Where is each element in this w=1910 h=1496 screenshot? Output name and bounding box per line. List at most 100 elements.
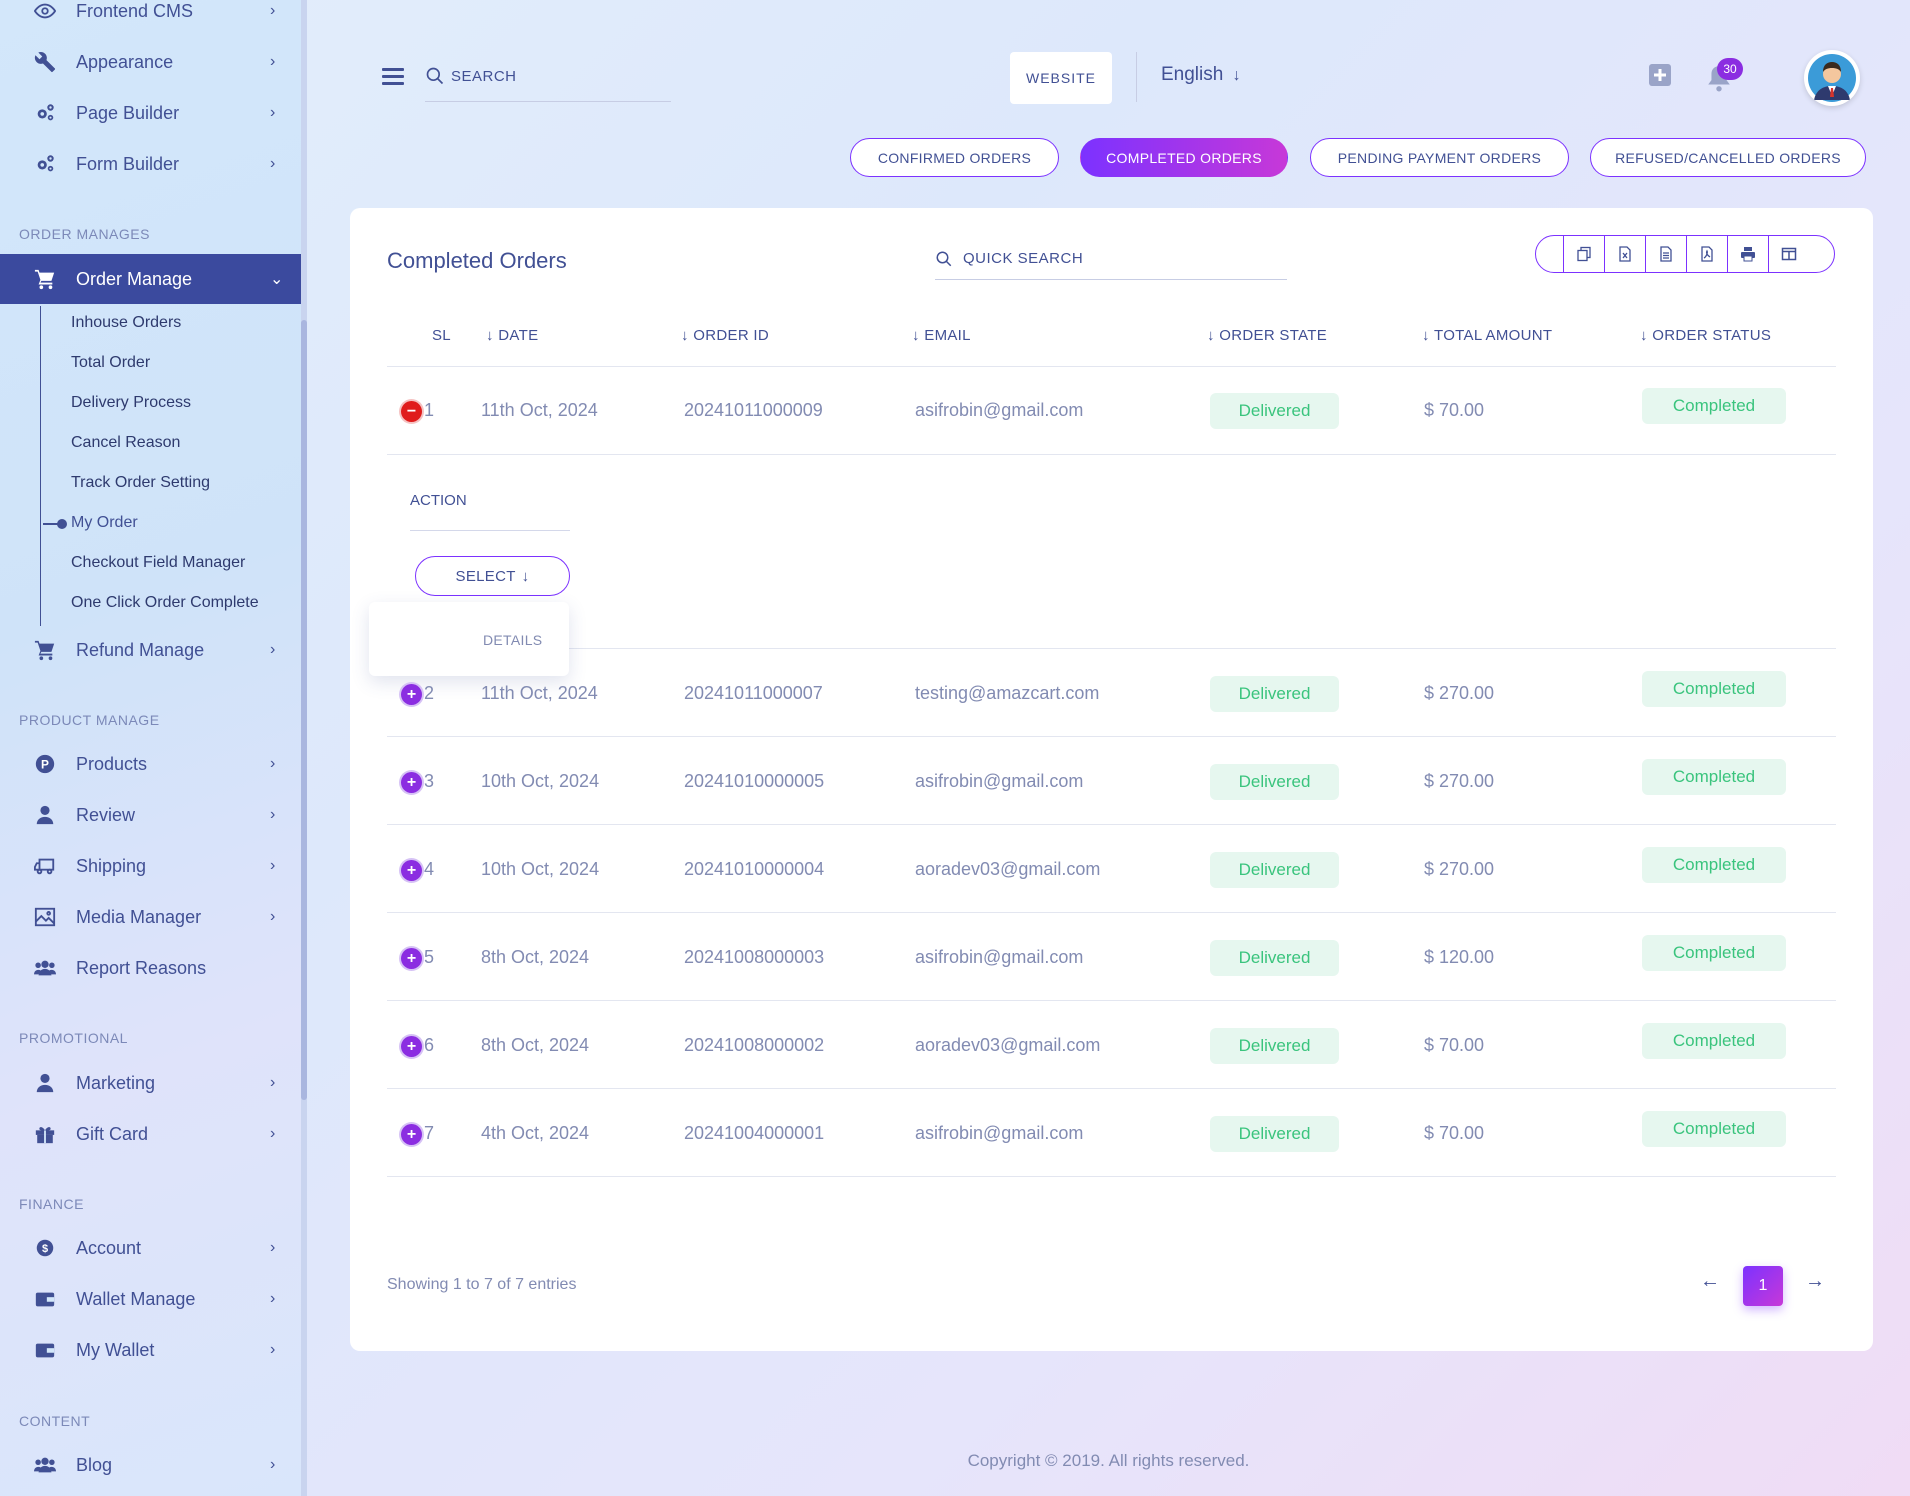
search-icon (426, 67, 444, 85)
columns-button[interactable] (1768, 236, 1809, 272)
excel-button[interactable] (1604, 236, 1645, 272)
users-icon (33, 956, 57, 980)
column-header-label: ORDER STATUS (1652, 327, 1772, 344)
order-state-badge: Delivered (1210, 940, 1339, 976)
language-select[interactable]: English ↓ (1161, 64, 1241, 86)
sidebar-item-wallet-manage[interactable]: Wallet Manage › (0, 1274, 301, 1324)
column-header-email[interactable]: ↓ EMAIL (912, 327, 971, 344)
expand-row-icon[interactable]: + (401, 948, 422, 969)
sidebar-item-media-manager[interactable]: Media Manager › (0, 892, 301, 942)
sidebar-item-page-builder[interactable]: Page Builder › (0, 88, 301, 138)
search-input[interactable] (451, 68, 661, 85)
sidebar-item-review[interactable]: Review › (0, 790, 301, 840)
prev-page-arrow-icon[interactable]: ← (1700, 1270, 1720, 1293)
sidebar-item-label: Report Reasons (76, 957, 207, 978)
add-plus-icon[interactable] (1648, 63, 1672, 87)
page-number-current[interactable]: 1 (1743, 1266, 1783, 1306)
menu-toggle-button[interactable] (382, 68, 404, 86)
website-button[interactable]: WEBSITE (1010, 52, 1112, 104)
cell-sl: 6 (424, 1035, 435, 1055)
copy-button[interactable] (1563, 236, 1604, 272)
order-state-badge: Delivered (1210, 852, 1339, 888)
cart-icon (33, 267, 57, 291)
csv-button[interactable] (1645, 236, 1686, 272)
svg-text:$: $ (42, 1243, 48, 1255)
sidebar-item-refund-manage[interactable]: Refund Manage › (0, 625, 301, 675)
cell-sl: 1 (424, 400, 435, 420)
user-icon (33, 803, 57, 827)
sidebar-item-report-reasons[interactable]: Report Reasons (0, 943, 301, 993)
gift-icon (33, 1122, 57, 1146)
tab-completed-orders[interactable]: COMPLETED ORDERS (1080, 138, 1288, 177)
tab-refused-cancelled-orders[interactable]: REFUSED/CANCELLED ORDERS (1590, 138, 1866, 177)
expand-row-icon[interactable]: + (401, 684, 422, 705)
next-page-arrow-icon[interactable]: → (1805, 1270, 1825, 1293)
sidebar-item-my-wallet[interactable]: My Wallet › (0, 1325, 301, 1375)
expand-row-icon[interactable]: + (401, 1124, 422, 1145)
export-button-group (1535, 235, 1835, 273)
cogs-icon (33, 152, 57, 176)
table-divider (387, 648, 1836, 649)
expand-row-icon[interactable]: + (401, 772, 422, 793)
sidebar-item-frontend-cms[interactable]: Frontend CMS › (0, 0, 301, 36)
sidebar-subitem-delivery-process[interactable]: Delivery Process (71, 394, 191, 412)
print-button[interactable] (1727, 236, 1768, 272)
chevron-down-icon: ⌄ (270, 271, 284, 288)
table-divider (387, 1176, 1836, 1177)
sidebar-item-products[interactable]: P Products › (0, 739, 301, 789)
dropdown-item-details[interactable]: DETAILS (483, 632, 542, 648)
sort-arrow-icon: ↓ (1207, 327, 1220, 344)
cell-order-id: 20241008000002 (684, 1035, 825, 1055)
sidebar-subitem-total-order[interactable]: Total Order (71, 354, 150, 372)
arrow-down-icon: ↓ (521, 567, 530, 585)
order-status-badge: Completed (1642, 847, 1786, 883)
pdf-button[interactable] (1686, 236, 1727, 272)
section-title-finance: FINANCE (19, 1196, 84, 1212)
cell-amount: $ 70.00 (1424, 1123, 1485, 1143)
sidebar-scrollbar-thumb[interactable] (301, 320, 307, 1100)
expand-row-icon[interactable]: + (401, 860, 422, 881)
sidebar-item-gift-card[interactable]: Gift Card › (0, 1109, 301, 1159)
table-divider (387, 824, 1836, 825)
column-header-sl[interactable]: SL (432, 327, 451, 344)
avatar[interactable] (1804, 50, 1860, 106)
sidebar-subitem-checkout-field-manager[interactable]: Checkout Field Manager (71, 554, 245, 572)
tab-confirmed-orders[interactable]: CONFIRMED ORDERS (850, 138, 1059, 177)
columns-icon (1781, 247, 1797, 261)
tab-pending-payment-orders[interactable]: PENDING PAYMENT ORDERS (1310, 138, 1569, 177)
sidebar-subitem-one-click-order-complete[interactable]: One Click Order Complete (71, 594, 259, 612)
sidebar-item-order-manage[interactable]: Order Manage ⌄ (0, 254, 301, 304)
sidebar-item-marketing[interactable]: Marketing › (0, 1058, 301, 1108)
order-state-badge: Delivered (1210, 1028, 1339, 1064)
top-search (425, 60, 671, 102)
cell-amount: $ 270.00 (1424, 683, 1495, 703)
column-header-order-id[interactable]: ↓ ORDER ID (681, 327, 769, 344)
chevron-right-icon: › (270, 806, 276, 823)
quick-search (935, 238, 1287, 280)
sidebar-item-account[interactable]: $ Account › (0, 1223, 301, 1273)
quick-search-input[interactable] (963, 250, 1263, 267)
expand-row-icon[interactable]: + (401, 1036, 422, 1057)
sidebar-subitem-inhouse-orders[interactable]: Inhouse Orders (71, 314, 181, 332)
sort-arrow-icon: ↓ (681, 327, 694, 344)
cell-date: 4th Oct, 2024 (481, 1123, 590, 1143)
sidebar-subitem-my-order[interactable]: My Order (71, 514, 138, 532)
sidebar-item-form-builder[interactable]: Form Builder › (0, 139, 301, 189)
cell-email: asifrobin@gmail.com (915, 771, 1084, 791)
column-header-order-state[interactable]: ↓ ORDER STATE (1207, 327, 1327, 344)
chevron-right-icon: › (270, 857, 276, 874)
user-icon (33, 1071, 57, 1095)
action-select-button[interactable]: SELECT ↓ (415, 556, 570, 596)
column-header-date[interactable]: ↓ DATE (486, 327, 538, 344)
sidebar-subitem-cancel-reason[interactable]: Cancel Reason (71, 434, 180, 452)
sidebar-item-appearance[interactable]: Appearance › (0, 37, 301, 87)
sidebar-subitem-track-order-setting[interactable]: Track Order Setting (71, 474, 210, 492)
cell-order-id: 20241010000005 (684, 771, 825, 791)
column-header-total-amount[interactable]: ↓ TOTAL AMOUNT (1422, 327, 1552, 344)
order-state-badge: Delivered (1210, 393, 1339, 429)
cell-order-id: 20241011000009 (684, 400, 823, 420)
column-header-order-status[interactable]: ↓ ORDER STATUS (1640, 327, 1771, 344)
collapse-row-icon[interactable]: − (401, 401, 422, 422)
sidebar-item-shipping[interactable]: Shipping › (0, 841, 301, 891)
chevron-right-icon: › (270, 104, 276, 121)
